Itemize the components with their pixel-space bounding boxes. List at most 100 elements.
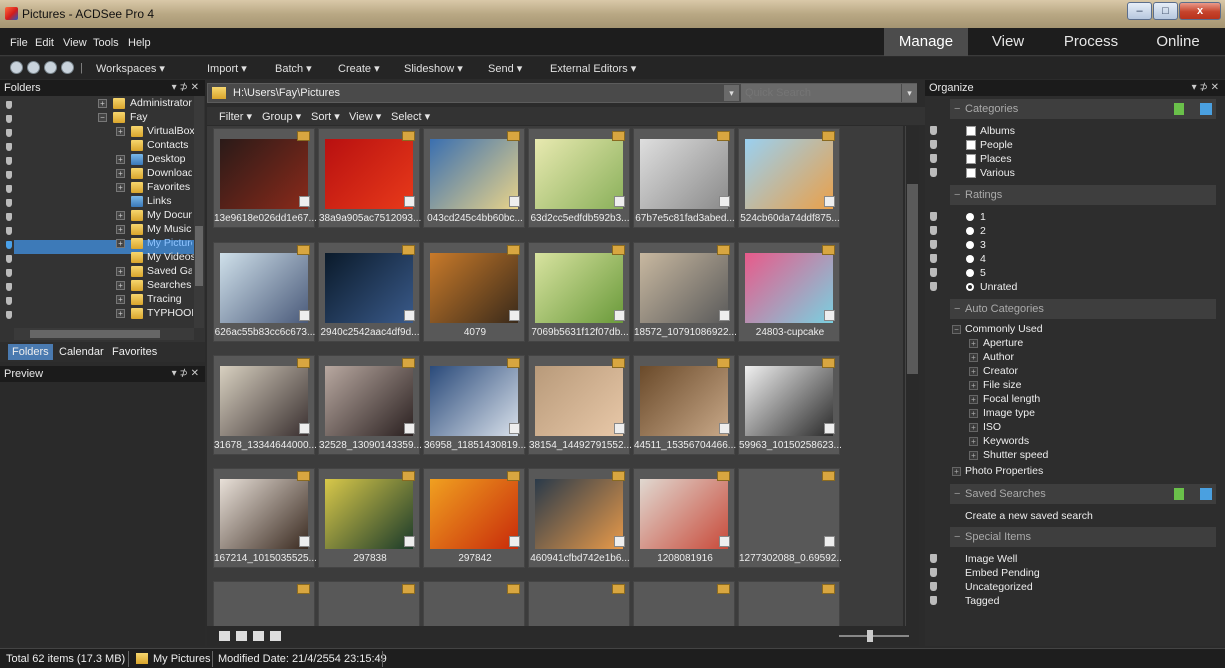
tab-manage[interactable]: Manage [884,28,968,56]
folder-my-videos[interactable]: My Videos [147,250,196,264]
thumbnail-item[interactable] [738,581,840,626]
pin-icon[interactable] [930,282,937,291]
thumbnail-checkbox[interactable] [404,310,415,321]
auto-keywords[interactable]: Keywords [983,434,1029,448]
special-uncategorized[interactable]: Uncategorized [965,580,1033,594]
auto-shutter-speed[interactable]: Shutter speed [983,448,1048,462]
pin-icon[interactable] [930,154,937,163]
special-embed-pending[interactable]: Embed Pending [965,566,1040,580]
thumbnail-checkbox[interactable] [719,196,730,207]
search-dropdown-icon[interactable]: ▾ [902,84,917,102]
thumbnail-item[interactable]: 2940c2542aac4df9d... [318,242,420,342]
folder-my-documents[interactable]: My Documents [147,208,192,222]
expand-icon[interactable]: + [116,169,125,178]
rating-radio[interactable] [966,241,974,249]
collapse-icon[interactable]: − [952,325,961,334]
category-checkbox[interactable] [966,154,976,164]
auto-iso[interactable]: ISO [983,420,1001,434]
rating-1[interactable]: 1 [980,210,986,224]
expand-icon[interactable]: + [969,381,978,390]
expand-icon[interactable]: + [116,183,125,192]
ratings-header[interactable]: Ratings [950,185,1216,205]
pin-icon[interactable] [930,212,937,221]
import-menu[interactable]: Import ▾ [207,62,247,75]
compare-icon[interactable] [253,631,264,641]
thumbnail-checkbox[interactable] [824,536,835,547]
special-tagged[interactable]: Tagged [965,594,999,608]
pin-icon[interactable] [6,297,12,305]
thumbnail-item[interactable]: 1277302088_0.69592... [738,468,841,568]
folder-favorites[interactable]: Favorites [147,180,190,194]
thumbnail-item[interactable]: 1208081916 [633,468,735,568]
pin-icon[interactable] [930,240,937,249]
tab-favorites[interactable]: Favorites [108,344,161,360]
thumbnail-item[interactable]: 167214_1015035525... [213,468,316,568]
back-icon[interactable] [10,61,23,74]
special-image-well[interactable]: Image Well [965,552,1017,566]
expand-icon[interactable]: + [969,451,978,460]
pin-icon[interactable] [930,568,937,577]
tree-vscroll-thumb[interactable] [195,226,203,286]
rating-radio[interactable] [966,255,974,263]
tree-vscroll[interactable] [194,96,204,328]
menu-edit[interactable]: Edit [35,37,54,49]
rating-radio[interactable] [966,283,974,291]
maximize-button[interactable]: □ [1153,2,1178,20]
thumbnail-checkbox[interactable] [614,310,625,321]
folder-downloads[interactable]: Downloads [147,166,192,180]
view-menu[interactable]: View ▾ [349,110,381,123]
category-checkbox[interactable] [966,140,976,150]
filter-menu[interactable]: Filter ▾ [219,110,252,123]
zoom-slider[interactable] [839,635,909,637]
thumbnail-checkbox[interactable] [404,423,415,434]
pane-controls[interactable]: ▾ ⊅ ✕ [172,366,199,382]
expand-icon[interactable]: + [969,339,978,348]
folder-desktop[interactable]: Desktop [147,152,186,166]
thumbnail-item[interactable]: 297838 [318,468,420,568]
rating-radio[interactable] [966,269,974,277]
pin-icon[interactable] [6,129,12,137]
pin-icon[interactable] [6,213,12,221]
expand-icon[interactable]: + [116,155,125,164]
add-saved-search-icon[interactable] [1174,488,1184,500]
thumbnail-checkbox[interactable] [614,423,625,434]
pin-icon[interactable] [930,168,937,177]
thumbnail-item[interactable]: 31678_13344644000... [213,355,316,455]
thumbnail-item[interactable] [213,581,315,626]
thumbnail-item[interactable]: 38a9a905ac7512093... [318,128,421,228]
expand-icon[interactable]: + [969,367,978,376]
folder-contacts[interactable]: Contacts [147,138,188,152]
expand-icon[interactable]: + [116,127,125,136]
workspaces-menu[interactable]: Workspaces ▾ [96,62,165,75]
filmstrip-icon[interactable] [270,631,281,641]
address-dropdown-icon[interactable]: ▾ [724,85,739,101]
thumbnail-item[interactable]: 13e9618e026dd1e67... [213,128,316,228]
group-menu[interactable]: Group ▾ [262,110,301,123]
close-button[interactable]: x [1179,2,1221,20]
rating-radio[interactable] [966,213,974,221]
thumbnail-checkbox[interactable] [299,536,310,547]
send-menu[interactable]: Send ▾ [488,62,522,75]
slideshow-menu[interactable]: Slideshow ▾ [404,62,463,75]
auto-aperture[interactable]: Aperture [983,336,1023,350]
pin-icon[interactable] [6,185,12,193]
new-saved-search-icon[interactable] [1200,488,1212,500]
zoom-slider-thumb[interactable] [867,630,873,642]
thumbnail-checkbox[interactable] [299,423,310,434]
rating-unrated[interactable]: Unrated [980,280,1017,294]
thumbnail-checkbox[interactable] [509,536,520,547]
category-places[interactable]: Places [980,152,1012,166]
folder-my-music[interactable]: My Music [147,222,191,236]
thumbnail-item[interactable]: 460941cfbd742e1b6... [528,468,630,568]
thumbnail-item[interactable]: 44511_15356704466... [633,355,736,455]
view-mode-icon[interactable] [219,631,230,641]
expand-icon[interactable]: + [969,353,978,362]
menu-file[interactable]: File [10,37,28,49]
special-items-header[interactable]: Special Items [950,527,1216,547]
tab-calendar[interactable]: Calendar [55,344,108,360]
category-people[interactable]: People [980,138,1013,152]
thumbnail-item[interactable]: 7069b5631f12f07db... [528,242,630,342]
create-menu[interactable]: Create ▾ [338,62,380,75]
thumbnail-item[interactable]: 32528_13090143359... [318,355,421,455]
thumbnail-item[interactable] [423,581,525,626]
